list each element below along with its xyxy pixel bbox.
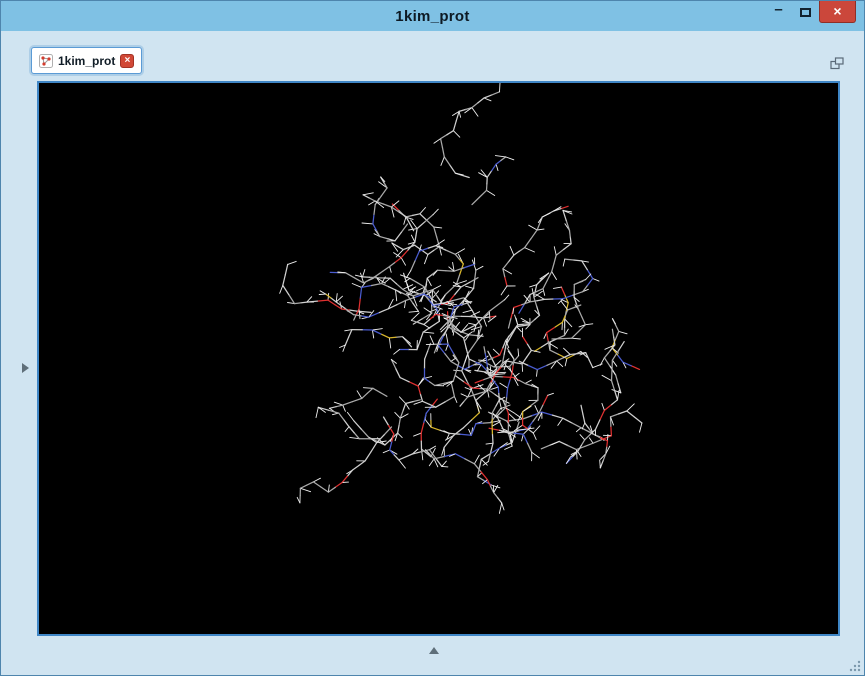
resize-grip[interactable] (847, 658, 862, 673)
minimize-icon: – (774, 0, 783, 18)
undock-icon[interactable] (830, 57, 844, 70)
minimize-button[interactable]: – (765, 1, 792, 23)
tab-1kim-prot[interactable]: 1kim_prot × (31, 47, 143, 74)
viewport (37, 81, 840, 636)
tab-label: 1kim_prot (58, 53, 116, 68)
window-title: 1kim_prot (395, 7, 470, 25)
tab-close-button[interactable]: × (120, 53, 135, 68)
window-controls: – × (765, 1, 856, 23)
molecule-icon (39, 53, 53, 68)
molecule-canvas[interactable] (39, 83, 838, 634)
app-window: 1kim_prot – × 1kim_prot × (0, 0, 865, 676)
close-icon: × (833, 2, 842, 19)
maximize-icon (800, 7, 811, 17)
close-button[interactable]: × (819, 1, 856, 23)
tab-bar: 1kim_prot × (31, 47, 143, 74)
expand-left-panel-arrow[interactable] (22, 363, 29, 373)
expand-bottom-panel-arrow[interactable] (429, 647, 439, 654)
maximize-button[interactable] (792, 1, 819, 23)
titlebar[interactable]: 1kim_prot (1, 1, 864, 31)
